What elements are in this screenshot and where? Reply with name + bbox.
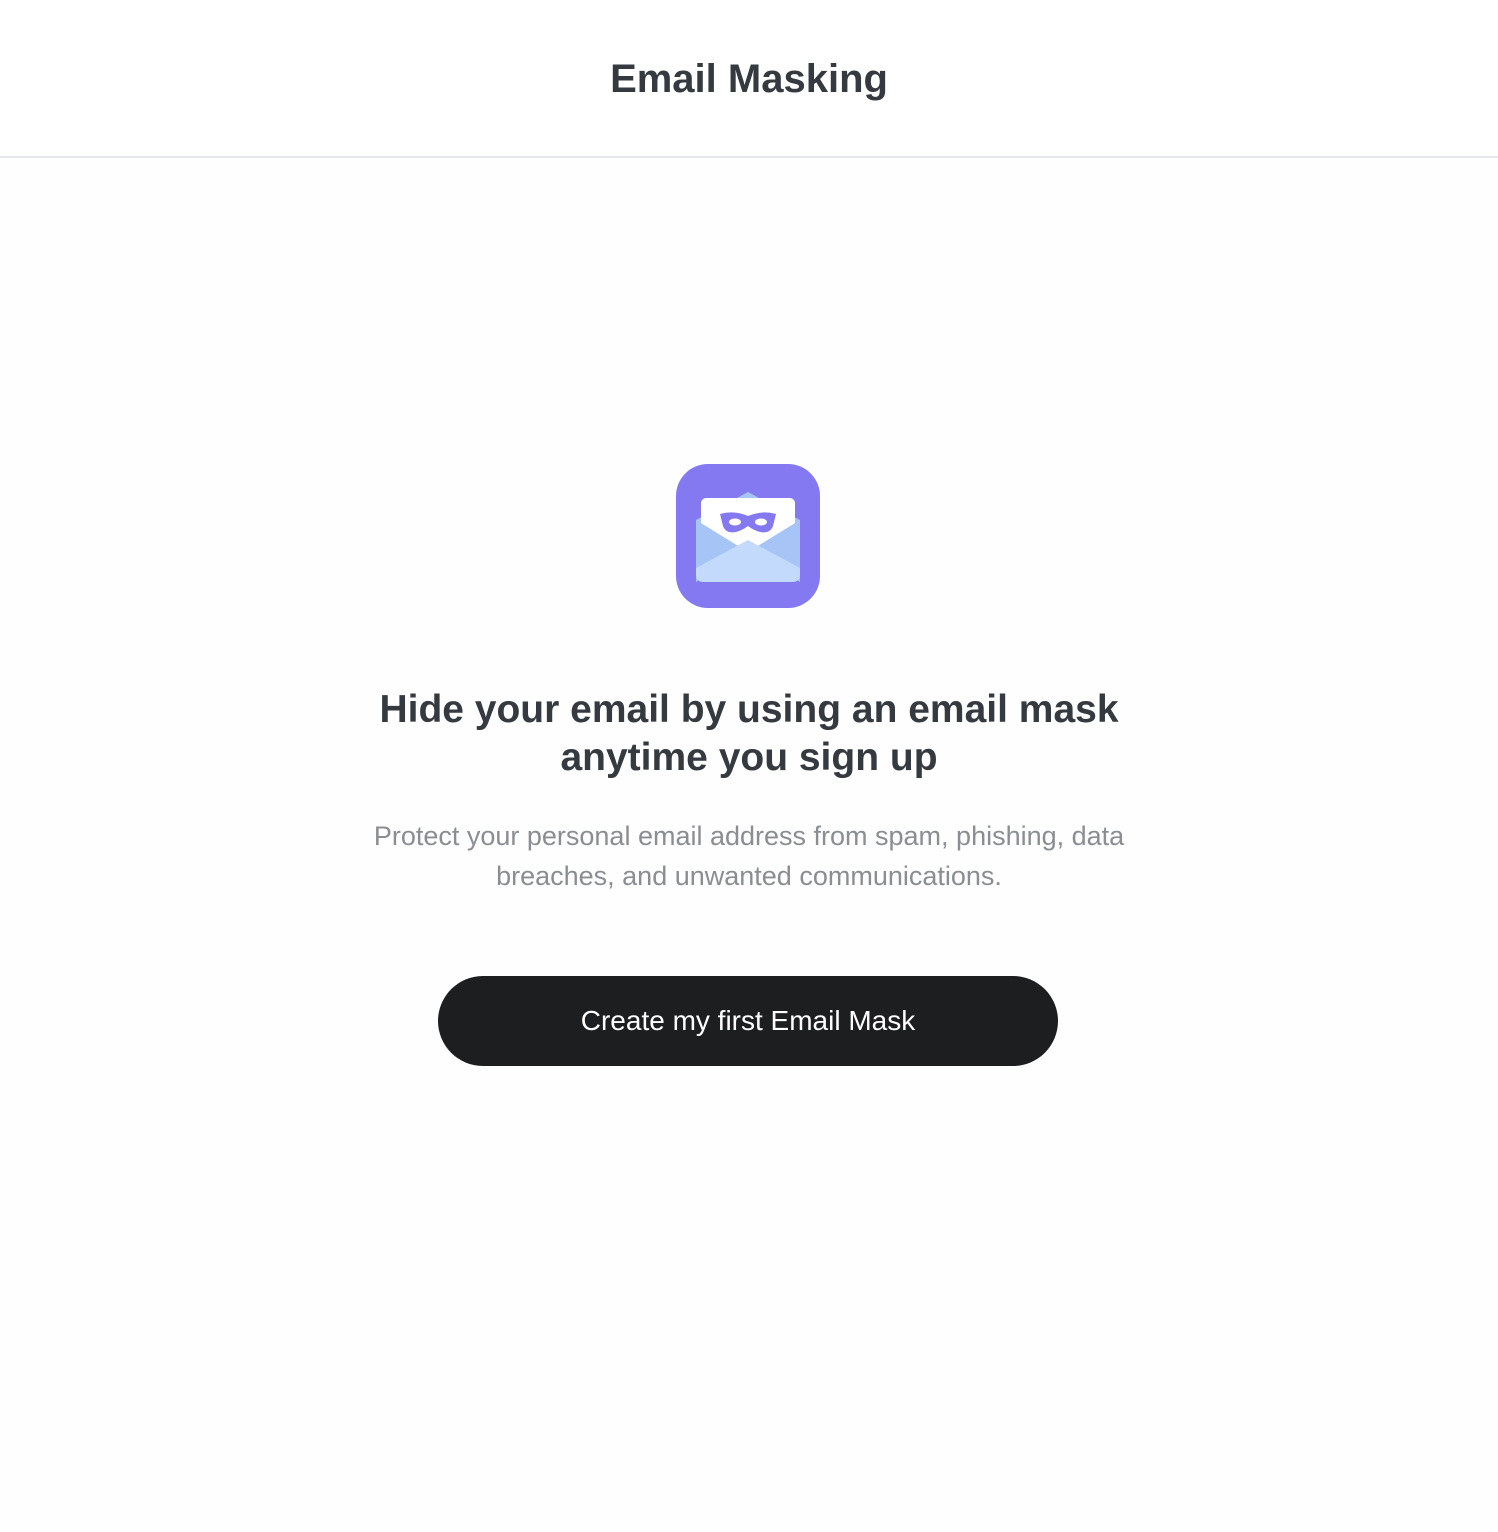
top-header: Email Masking [0, 0, 1498, 158]
empty-state: Hide your email by using an email mask a… [0, 160, 1498, 1532]
empty-state-headline: Hide your email by using an email mask a… [379, 688, 1119, 779]
email-mask-envelope-icon [676, 464, 820, 608]
create-email-mask-button[interactable]: Create my first Email Mask [438, 976, 1058, 1066]
empty-state-description: Protect your personal email address from… [373, 821, 1125, 891]
page-title: Email Masking [610, 56, 888, 101]
